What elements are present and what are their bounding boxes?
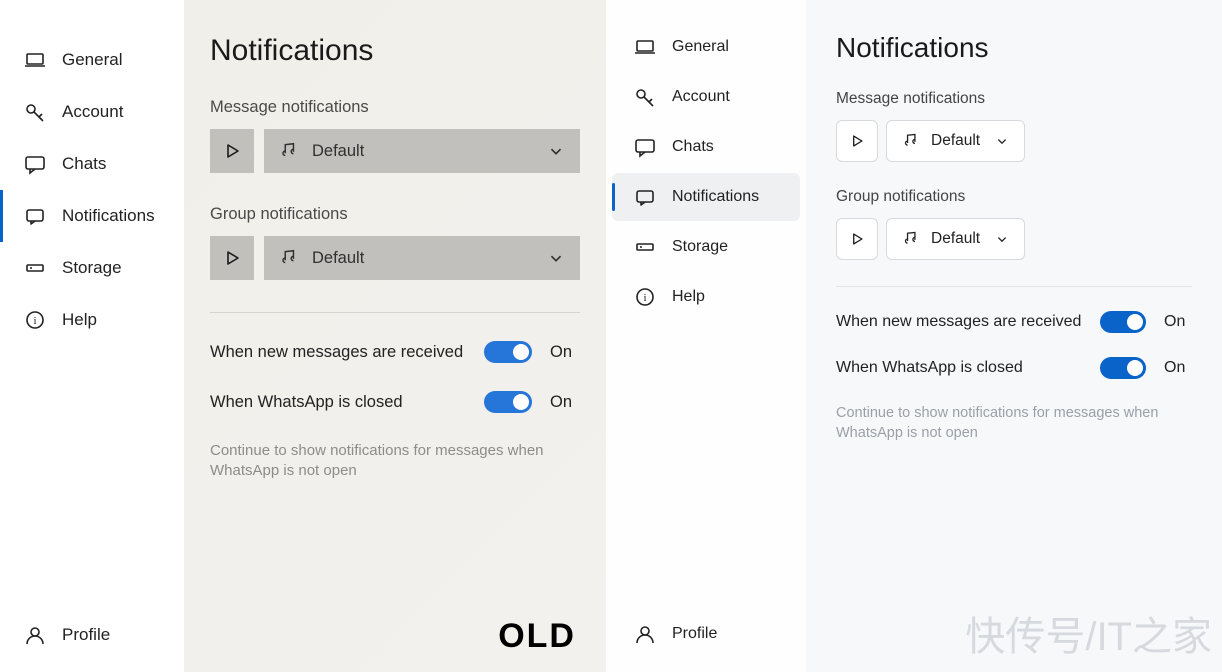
sidebar-item-account-old[interactable]: Account: [0, 86, 184, 138]
toggle-state: On: [550, 343, 580, 362]
storage-icon: [24, 257, 46, 279]
sidebar-item-label: Chats: [62, 154, 106, 174]
sidebar-item-label: Help: [672, 288, 705, 306]
profile-icon: [634, 623, 656, 645]
sidebar-item-notifications-new[interactable]: Notifications: [612, 173, 800, 221]
sidebar-item-general-old[interactable]: General: [0, 34, 184, 86]
toggle-state: On: [1164, 313, 1192, 331]
sidebar-item-chats-new[interactable]: Chats: [612, 123, 800, 171]
laptop-icon: [24, 49, 46, 71]
sidebar-item-label: Help: [62, 310, 97, 330]
sidebar-item-storage-new[interactable]: Storage: [612, 223, 800, 271]
play-icon: [848, 230, 866, 248]
section-label-group: Group notifications: [210, 205, 580, 224]
page-title: Notifications: [210, 34, 580, 68]
laptop-icon: [634, 36, 656, 58]
play-icon: [848, 132, 866, 150]
new-messages-toggle[interactable]: [484, 341, 532, 363]
sidebar-item-label: General: [672, 38, 729, 56]
section-label-message: Message notifications: [836, 90, 1192, 108]
divider: [836, 286, 1192, 287]
sidebar-item-label: Storage: [672, 238, 728, 256]
profile-icon: [24, 624, 46, 646]
toggle-label: When new messages are received: [210, 343, 484, 362]
music-note-icon: [278, 248, 298, 268]
sidebar-item-label: Notifications: [62, 206, 155, 226]
dropdown-value: Default: [931, 230, 980, 248]
new-sidebar: General Account Chats Notifications Stor…: [606, 0, 806, 672]
old-label-badge: OLD: [498, 617, 576, 656]
sidebar-item-notifications-old[interactable]: Notifications: [0, 190, 184, 242]
sidebar-item-label: Notifications: [672, 188, 759, 206]
message-tone-dropdown[interactable]: Default: [886, 120, 1025, 162]
sidebar-item-chats-old[interactable]: Chats: [0, 138, 184, 190]
sidebar-item-label: Storage: [62, 258, 122, 278]
whatsapp-closed-toggle[interactable]: [484, 391, 532, 413]
chevron-down-icon: [546, 141, 566, 161]
dropdown-value: Default: [312, 142, 364, 161]
music-note-icon: [901, 132, 919, 150]
toggle-label: When WhatsApp is closed: [210, 393, 484, 412]
sidebar-item-storage-old[interactable]: Storage: [0, 242, 184, 294]
message-tone-dropdown[interactable]: Default: [264, 129, 580, 173]
key-icon: [634, 86, 656, 108]
play-group-tone-button[interactable]: [210, 236, 254, 280]
divider: [210, 312, 580, 313]
chat-icon: [634, 136, 656, 158]
sidebar-item-general-new[interactable]: General: [612, 23, 800, 71]
old-sidebar: General Account Chats Notifications Stor…: [0, 0, 184, 672]
sidebar-item-profile-old[interactable]: Profile: [0, 609, 184, 672]
music-note-icon: [901, 230, 919, 248]
page-title: Notifications: [836, 32, 1192, 64]
section-label-message: Message notifications: [210, 98, 580, 117]
group-tone-dropdown[interactable]: Default: [886, 218, 1025, 260]
chat-icon: [24, 205, 46, 227]
chevron-down-icon: [994, 231, 1010, 247]
help-text: Continue to show notifications for messa…: [836, 403, 1192, 444]
play-message-tone-button[interactable]: [836, 120, 878, 162]
play-group-tone-button[interactable]: [836, 218, 878, 260]
sidebar-item-help-old[interactable]: Help: [0, 294, 184, 346]
toggle-label: When WhatsApp is closed: [836, 359, 1100, 377]
sidebar-item-profile-new[interactable]: Profile: [612, 610, 800, 671]
key-icon: [24, 101, 46, 123]
music-note-icon: [278, 141, 298, 161]
sidebar-item-label: General: [62, 50, 122, 70]
info-icon: [24, 309, 46, 331]
info-icon: [634, 286, 656, 308]
watermark-text: 快传号/IT之家: [965, 604, 1212, 662]
sidebar-item-label: Profile: [672, 625, 717, 643]
chevron-down-icon: [994, 133, 1010, 149]
group-tone-dropdown[interactable]: Default: [264, 236, 580, 280]
sidebar-item-label: Account: [62, 102, 123, 122]
old-content-pane: Notifications Message notifications Defa…: [184, 0, 606, 672]
help-text: Continue to show notifications for messa…: [210, 441, 580, 482]
sidebar-item-label: Profile: [62, 625, 110, 645]
toggle-state: On: [550, 393, 580, 412]
sidebar-item-label: Chats: [672, 138, 714, 156]
sidebar-item-label: Account: [672, 88, 730, 106]
new-messages-toggle[interactable]: [1100, 311, 1146, 333]
section-label-group: Group notifications: [836, 188, 1192, 206]
play-icon: [221, 247, 243, 269]
dropdown-value: Default: [312, 249, 364, 268]
whatsapp-closed-toggle[interactable]: [1100, 357, 1146, 379]
sidebar-item-account-new[interactable]: Account: [612, 73, 800, 121]
new-content-pane: Notifications Message notifications Defa…: [806, 0, 1222, 672]
play-message-tone-button[interactable]: [210, 129, 254, 173]
chat-icon: [634, 186, 656, 208]
chevron-down-icon: [546, 248, 566, 268]
play-icon: [221, 140, 243, 162]
toggle-state: On: [1164, 359, 1192, 377]
sidebar-item-help-new[interactable]: Help: [612, 273, 800, 321]
toggle-label: When new messages are received: [836, 313, 1100, 331]
chat-icon: [24, 153, 46, 175]
dropdown-value: Default: [931, 132, 980, 150]
storage-icon: [634, 236, 656, 258]
